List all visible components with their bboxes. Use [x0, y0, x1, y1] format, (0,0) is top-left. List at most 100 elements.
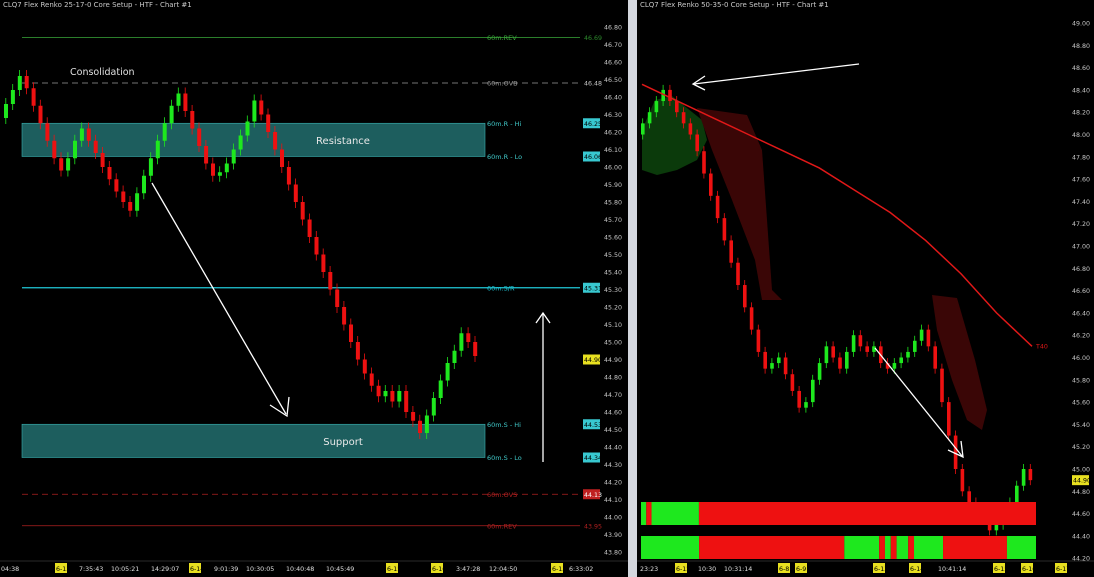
- candle: [390, 391, 395, 402]
- candle: [411, 412, 416, 421]
- candle: [865, 346, 869, 352]
- price-axis-label: 46.40: [1072, 310, 1090, 317]
- price-axis-label: 46.30: [604, 112, 622, 119]
- candle: [906, 351, 910, 358]
- left-chart-svg[interactable]: Resistance Support 60m.REV 60m.OVB 60m.R - H…: [0, 0, 628, 577]
- price-axis-label: 46.80: [1072, 266, 1090, 273]
- candle: [994, 524, 999, 531]
- zone-support: [21, 423, 486, 458]
- red-cloud-2: [932, 295, 987, 430]
- candle: [804, 402, 808, 408]
- candle: [668, 89, 672, 102]
- price-badge: 45.31: [584, 285, 602, 292]
- level-label: 60m.REV: [487, 34, 517, 42]
- price-axis-label: 46.00: [1072, 355, 1090, 362]
- candle: [259, 100, 264, 115]
- candle: [459, 333, 464, 351]
- candle: [763, 351, 767, 369]
- candle: [797, 390, 801, 408]
- candle: [86, 128, 91, 141]
- candle: [169, 105, 174, 124]
- down-arrow-line: [151, 182, 287, 415]
- candle: [38, 105, 43, 124]
- candle: [135, 193, 140, 211]
- candle: [749, 307, 754, 330]
- indicator-segment: [943, 536, 1007, 559]
- left-chart-panel[interactable]: Resistance Support 60m.REV 60m.OVB 60m.R - H…: [0, 0, 628, 577]
- price-axis-label: 44.80: [1072, 489, 1090, 496]
- candle: [52, 140, 57, 159]
- level-label: 60m.OVB: [487, 80, 518, 88]
- indicator-segment: [641, 536, 700, 559]
- candle: [913, 340, 917, 352]
- candle: [473, 342, 478, 356]
- price-axis-label: 47.20: [1072, 221, 1090, 228]
- price-axis-label: 45.00: [1072, 467, 1090, 474]
- zone-label-support: Support: [323, 437, 363, 448]
- level-label: 60m.S/R: [487, 284, 515, 292]
- price-axis-label: 45.90: [604, 182, 622, 189]
- indicator-segment: [896, 536, 909, 559]
- candle: [466, 333, 471, 342]
- candle: [273, 132, 278, 150]
- time-axis-label: 10:40:48: [286, 566, 314, 573]
- level-label: 60m.R - Hi: [487, 120, 522, 128]
- candle: [238, 135, 243, 150]
- price-axis-label: 44.40: [604, 445, 622, 452]
- indicator-segment: [908, 536, 915, 559]
- price-axis-label: 48.40: [1072, 87, 1090, 94]
- price-axis-label: 44.90: [604, 357, 622, 364]
- right-chart-svg[interactable]: T40 44.90 49.00 48.80 48.60 48.40 48.20 48.00 47…: [637, 0, 1094, 577]
- candle: [715, 195, 720, 219]
- candle: [899, 357, 903, 364]
- candle: [128, 202, 133, 211]
- price-axis-label: 44.60: [604, 410, 622, 417]
- candle: [654, 101, 659, 113]
- candle: [845, 351, 849, 369]
- price-axis-label: 46.80: [604, 25, 622, 32]
- candle: [933, 346, 937, 369]
- candle: [93, 140, 98, 153]
- candle: [947, 402, 951, 436]
- price-axis-label: 46.10: [604, 147, 622, 154]
- time-axis-label: 10:41:14: [938, 566, 966, 573]
- candle: [397, 391, 402, 402]
- candle: [695, 134, 699, 152]
- candle: [142, 175, 146, 194]
- candle: [1015, 485, 1019, 503]
- price-axis-label: 48.80: [1072, 43, 1090, 50]
- price-axis-label: 44.70: [604, 392, 622, 399]
- candle: [858, 335, 863, 347]
- price-axis-label: 45.40: [604, 270, 622, 277]
- candle: [824, 346, 829, 364]
- panel-divider[interactable]: [628, 0, 637, 577]
- candle: [675, 101, 679, 113]
- price-axis-label: 44.00: [604, 515, 622, 522]
- candle: [114, 179, 119, 192]
- right-chart-panel[interactable]: T40 44.90 49.00 48.80 48.60 48.40 48.20 48.00 47…: [637, 0, 1094, 577]
- time-axis-label: 12:04:50: [489, 566, 517, 573]
- candle: [252, 100, 257, 122]
- time-axis-label: 6-14: [190, 566, 204, 573]
- candle: [756, 329, 761, 352]
- zone-resistance: [21, 122, 486, 157]
- candle: [790, 374, 795, 391]
- price-axis-label: 46.50: [604, 77, 622, 84]
- price-axis-label: 45.40: [1072, 422, 1090, 429]
- price-badge: 44.90: [1073, 478, 1091, 485]
- price-axis-label: 46.20: [604, 130, 622, 137]
- candle: [162, 123, 167, 141]
- candle: [838, 357, 842, 369]
- candle: [355, 342, 360, 360]
- price-axis-label: 43.80: [604, 550, 622, 557]
- level-label: 60m.S - Hi: [487, 421, 521, 429]
- candle: [10, 90, 15, 104]
- candle: [729, 240, 733, 263]
- price-badge: 46.25: [584, 121, 602, 128]
- candle: [383, 391, 388, 397]
- time-axis-label: 10:30:05: [246, 566, 274, 573]
- candle: [17, 76, 22, 90]
- level-label: 60m.S - Lo: [487, 454, 522, 462]
- candle: [314, 237, 319, 255]
- time-axis-label: 6-13: [56, 566, 70, 573]
